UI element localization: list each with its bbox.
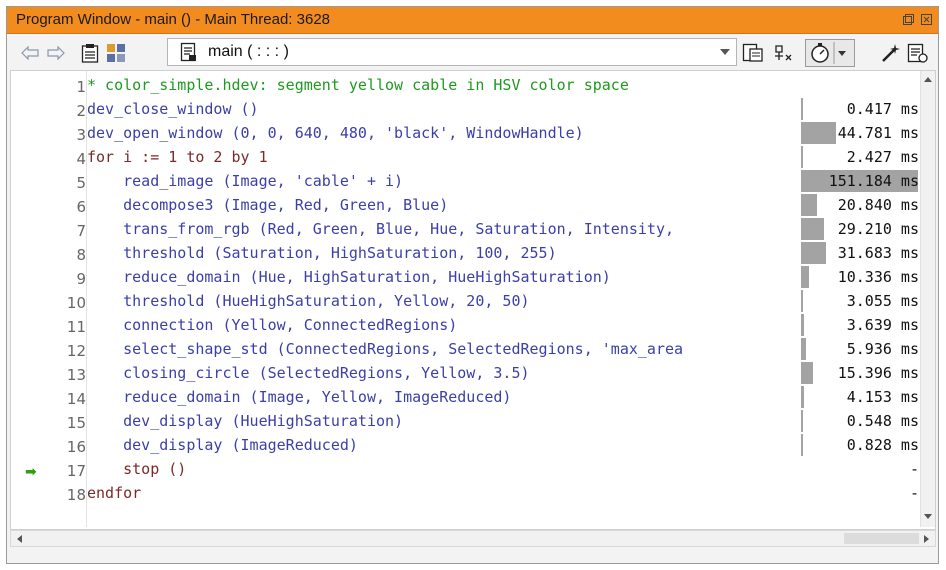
execution-time: 31.683 ms xyxy=(837,244,919,262)
code-text[interactable]: dev_display (HueHighSaturation) xyxy=(87,412,793,430)
execution-time: 4.153 ms xyxy=(846,388,919,406)
execution-time: 3.055 ms xyxy=(846,292,919,310)
execution-time: 10.336 ms xyxy=(837,268,919,286)
code-line[interactable]: 12 select_shape_std (ConnectedRegions, S… xyxy=(11,337,919,361)
code-text[interactable]: threshold (Saturation, HighSaturation, 1… xyxy=(87,244,793,262)
execution-time: 15.396 ms xyxy=(837,364,919,382)
code-text[interactable]: dev_open_window (0, 0, 640, 480, 'black'… xyxy=(87,124,793,142)
code-text[interactable]: dev_close_window () xyxy=(87,100,793,118)
code-text[interactable]: trans_from_rgb (Red, Green, Blue, Hue, S… xyxy=(87,220,793,238)
code-line[interactable]: 13 closing_circle (SelectedRegions, Yell… xyxy=(11,361,919,385)
procedure-icon xyxy=(178,41,200,63)
line-number: 12 xyxy=(66,342,86,360)
code-text[interactable]: threshold (HueHighSaturation, Yellow, 20… xyxy=(87,292,793,310)
scroll-right-icon[interactable] xyxy=(923,534,931,544)
execution-time: 151.184 ms xyxy=(828,172,919,190)
code-text[interactable]: for i := 1 to 2 by 1 xyxy=(87,148,793,166)
execution-time: 20.840 ms xyxy=(837,196,919,214)
code-line[interactable]: 7 trans_from_rgb (Red, Green, Blue, Hue,… xyxy=(11,217,919,241)
execution-time: 0.828 ms xyxy=(846,436,919,454)
forward-arrow-icon[interactable] xyxy=(45,42,67,64)
code-line[interactable]: 2 dev_close_window () 0.417 ms xyxy=(11,97,919,121)
code-text[interactable]: decompose3 (Image, Red, Green, Blue) xyxy=(87,196,793,214)
clear-breakpoints-icon[interactable] xyxy=(772,42,794,64)
code-line[interactable]: 1 * color_simple.hdev: segment yellow cab… xyxy=(11,73,919,97)
execution-time: 3.639 ms xyxy=(846,316,919,334)
templates-icon[interactable] xyxy=(742,42,764,64)
line-number: 15 xyxy=(66,414,86,432)
close-icon[interactable] xyxy=(920,14,932,26)
execution-time: 29.210 ms xyxy=(837,220,919,238)
code-text[interactable]: endfor xyxy=(87,484,793,502)
line-number: 2 xyxy=(76,102,86,120)
line-number: 1 xyxy=(76,78,86,96)
procedure-name: main ( : : : ) xyxy=(208,43,289,60)
toolbar: main ( : : : ) xyxy=(7,34,938,70)
clipboard-icon[interactable] xyxy=(79,42,101,64)
title-bar[interactable]: Program Window - main () - Main Thread: … xyxy=(7,7,938,34)
line-number: 14 xyxy=(66,390,86,408)
scroll-left-icon[interactable] xyxy=(15,534,23,544)
execution-time: 5.936 ms xyxy=(846,340,919,358)
code-line[interactable]: 4 for i := 1 to 2 by 1 2.427 ms xyxy=(11,145,919,169)
magic-wand-icon[interactable] xyxy=(881,42,903,64)
line-number: 11 xyxy=(66,318,86,336)
line-number: 3 xyxy=(76,126,86,144)
execution-time: 0.417 ms xyxy=(846,100,919,118)
profiler-icon[interactable] xyxy=(805,39,855,67)
line-number: 5 xyxy=(76,174,86,192)
code-line[interactable]: 14 reduce_domain (Image, Yellow, ImageRe… xyxy=(11,385,919,409)
code-line[interactable]: 10 threshold (HueHighSaturation, Yellow,… xyxy=(11,289,919,313)
line-number: 8 xyxy=(76,246,86,264)
execution-time: 2.427 ms xyxy=(846,148,919,166)
code-text[interactable]: closing_circle (SelectedRegions, Yellow,… xyxy=(87,364,793,382)
code-line[interactable]: 6 decompose3 (Image, Red, Green, Blue) 20… xyxy=(11,193,919,217)
execution-time: - xyxy=(909,460,919,478)
code-line[interactable]: ➡ 17 stop () - xyxy=(11,457,919,481)
restore-icon[interactable] xyxy=(902,14,914,26)
code-text[interactable]: stop () xyxy=(87,460,793,478)
line-number: 16 xyxy=(66,438,86,456)
report-icon[interactable] xyxy=(907,42,929,64)
execution-time: 0.548 ms xyxy=(846,412,919,430)
code-text[interactable]: read_image (Image, 'cable' + i) xyxy=(87,172,793,190)
code-text[interactable]: dev_display (ImageReduced) xyxy=(87,436,793,454)
line-number: 6 xyxy=(76,198,86,216)
code-text[interactable]: reduce_domain (Hue, HighSaturation, HueH… xyxy=(87,268,793,286)
code-text[interactable]: * color_simple.hdev: segment yellow cabl… xyxy=(87,76,793,94)
procedure-selector[interactable]: main ( : : : ) xyxy=(167,38,737,66)
code-line[interactable]: 18 endfor - xyxy=(11,481,919,505)
code-text[interactable]: reduce_domain (Image, Yellow, ImageReduc… xyxy=(87,388,793,406)
line-number: 7 xyxy=(76,222,86,240)
code-line[interactable]: 16 dev_display (ImageReduced) 0.828 ms xyxy=(11,433,919,457)
code-line[interactable]: 5 read_image (Image, 'cable' + i) 151.184… xyxy=(11,169,919,193)
code-line[interactable]: 8 threshold (Saturation, HighSaturation,… xyxy=(11,241,919,265)
execution-time: - xyxy=(909,484,919,502)
horizontal-scrollbar[interactable] xyxy=(10,530,936,547)
execution-time: 44.781 ms xyxy=(837,124,919,142)
line-number: 4 xyxy=(76,150,86,168)
code-line[interactable]: 3 dev_open_window (0, 0, 640, 480, 'black… xyxy=(11,121,919,145)
code-line[interactable]: 11 connection (Yellow, ConnectedRegions)… xyxy=(11,313,919,337)
back-arrow-icon[interactable] xyxy=(19,42,41,64)
code-text[interactable]: connection (Yellow, ConnectedRegions) xyxy=(87,316,793,334)
scroll-up-icon[interactable] xyxy=(923,75,933,83)
code-line[interactable]: 9 reduce_domain (Hue, HighSaturation, Hu… xyxy=(11,265,919,289)
line-number: 10 xyxy=(66,294,86,312)
code-line[interactable]: 15 dev_display (HueHighSaturation) 0.548 … xyxy=(11,409,919,433)
line-number: 18 xyxy=(66,486,86,504)
line-number: 13 xyxy=(66,366,86,384)
line-number: 9 xyxy=(76,270,86,288)
window-title: Program Window - main () - Main Thread: … xyxy=(16,11,331,28)
code-editor[interactable]: 1 * color_simple.hdev: segment yellow cab… xyxy=(10,70,936,530)
program-window: Program Window - main () - Main Thread: … xyxy=(6,6,939,564)
horizontal-scroll-thumb[interactable] xyxy=(844,533,919,544)
scroll-down-icon[interactable] xyxy=(923,513,933,521)
chevron-down-icon[interactable] xyxy=(720,49,730,55)
line-number: 17 xyxy=(66,462,86,480)
code-text[interactable]: select_shape_std (ConnectedRegions, Sele… xyxy=(87,340,793,358)
vertical-scrollbar[interactable] xyxy=(920,71,935,527)
grid-icon[interactable] xyxy=(105,42,127,64)
